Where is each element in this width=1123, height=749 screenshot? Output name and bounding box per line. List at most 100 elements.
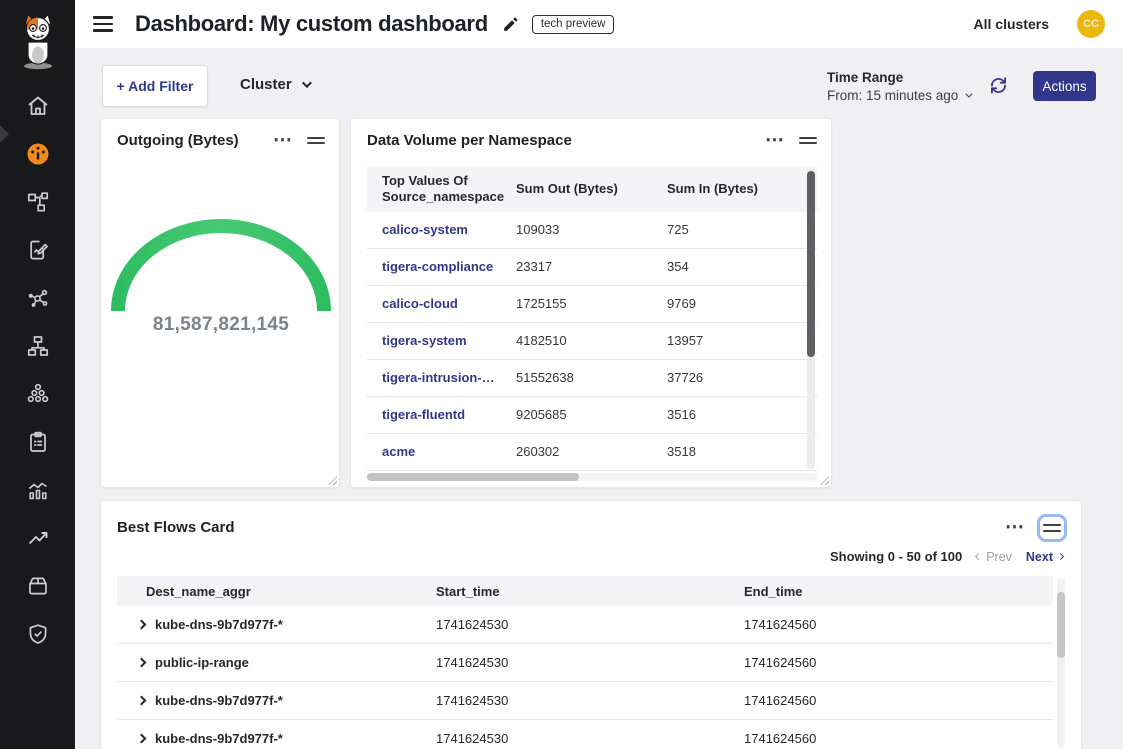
card-menu-icon[interactable]: ⋯ — [999, 523, 1031, 533]
column-header: Sum In (Bytes) — [652, 181, 817, 197]
sum-in-value: 37726 — [652, 370, 817, 385]
namespace-link[interactable]: tigera-fluentd — [367, 407, 501, 422]
table-row: kube-dns-9b7d977f-* 1741624530 174162456… — [117, 682, 1053, 720]
topbar: Dashboard: My custom dashboard tech prev… — [75, 0, 1123, 48]
sum-in-value: 3518 — [652, 444, 817, 459]
page-title: Dashboard: My custom dashboard — [135, 11, 488, 37]
row-expand-chevron-icon[interactable] — [137, 696, 147, 706]
end-time-value: 1741624560 — [744, 693, 1053, 708]
namespace-link[interactable]: acme — [367, 444, 501, 459]
time-range-block: Time Range From: 15 minutes ago — [827, 70, 970, 103]
time-range-label: Time Range — [827, 70, 970, 85]
gauge-chart — [101, 199, 341, 324]
best-flows-card: Best Flows Card ⋯ Showing 0 - 50 of 100 … — [100, 500, 1082, 749]
card-resize-handle[interactable] — [328, 476, 337, 485]
namespace-link[interactable]: calico-cloud — [367, 296, 501, 311]
edit-dashboard-icon[interactable] — [502, 16, 519, 33]
vertical-scrollbar[interactable] — [807, 169, 815, 469]
pagination-next-button[interactable]: Next — [1026, 550, 1063, 564]
card-drag-handle-focused[interactable] — [1037, 514, 1067, 542]
table-row: kube-dns-9b7d977f-* 1741624530 174162456… — [117, 720, 1053, 749]
table-row: calico-cloud 1725155 9769 — [367, 286, 817, 323]
sidebar-notch — [0, 125, 9, 143]
dashboards-icon-active[interactable] — [26, 142, 50, 166]
scrollbar-thumb[interactable] — [1057, 592, 1065, 658]
report-edit-icon[interactable] — [26, 238, 50, 262]
actions-button[interactable]: Actions — [1033, 71, 1096, 101]
end-time-value: 1741624560 — [744, 655, 1053, 670]
chevron-down-icon — [966, 91, 973, 98]
next-label: Next — [1026, 550, 1053, 564]
column-header: End_time — [744, 584, 1053, 599]
dest-name-value: kube-dns-9b7d977f-* — [155, 617, 283, 632]
column-header: Top Values Of Source_namespace — [367, 173, 501, 206]
card-menu-icon[interactable]: ⋯ — [759, 136, 791, 146]
card-menu-icon[interactable]: ⋯ — [267, 136, 299, 146]
sum-out-value: 1725155 — [501, 296, 652, 311]
hamburger-menu-icon[interactable] — [93, 16, 113, 31]
column-header: Start_time — [436, 584, 744, 599]
start-time-value: 1741624530 — [436, 617, 744, 632]
card-drag-handle-icon[interactable] — [799, 137, 817, 145]
compliance-clipboard-icon[interactable] — [26, 430, 50, 454]
table-row: tigera-system 4182510 13957 — [367, 323, 817, 360]
user-avatar[interactable]: CC — [1077, 10, 1105, 38]
calico-cat-logo[interactable] — [17, 12, 59, 70]
chevron-down-icon — [302, 78, 312, 88]
table-row: tigera-intrusion-d… 51552638 37726 — [367, 360, 817, 397]
namespace-link[interactable]: tigera-compliance — [367, 259, 501, 274]
sum-in-value: 9769 — [652, 296, 817, 311]
sum-out-value: 23317 — [501, 259, 652, 274]
card-resize-handle[interactable] — [820, 476, 829, 485]
connections-icon[interactable] — [26, 286, 50, 310]
card-drag-handle-icon[interactable] — [307, 137, 325, 145]
pagination-prev-button[interactable]: Prev — [976, 550, 1012, 564]
gauge-value: 81,587,821,145 — [101, 314, 341, 336]
table-row: tigera-fluentd 9205685 3516 — [367, 397, 817, 434]
clusters-icon[interactable] — [26, 382, 50, 406]
network-tree-icon[interactable] — [26, 334, 50, 358]
sum-out-value: 9205685 — [501, 407, 652, 422]
time-range-from-selector[interactable]: From: 15 minutes ago — [827, 88, 970, 103]
namespace-link[interactable]: tigera-system — [367, 333, 501, 348]
table-row: tigera-compliance 23317 354 — [367, 249, 817, 286]
refresh-icon[interactable] — [988, 75, 1009, 96]
prev-label: Prev — [986, 550, 1012, 564]
pagination-status: Showing 0 - 50 of 100 — [830, 549, 962, 564]
trending-icon[interactable] — [26, 526, 50, 550]
start-time-value: 1741624530 — [436, 693, 744, 708]
security-shield-icon[interactable] — [26, 622, 50, 646]
home-icon[interactable] — [26, 94, 50, 118]
add-filter-button[interactable]: + Add Filter — [102, 65, 208, 107]
sum-in-value: 725 — [652, 222, 817, 237]
cluster-scope-selector[interactable]: All clusters — [974, 16, 1049, 32]
sum-in-value: 13957 — [652, 333, 817, 348]
scrollbar-thumb[interactable] — [807, 171, 815, 357]
sum-out-value: 260302 — [501, 444, 652, 459]
row-expand-chevron-icon[interactable] — [137, 620, 147, 630]
scrollbar-thumb[interactable] — [367, 473, 579, 481]
cluster-filter-dropdown[interactable]: Cluster — [240, 76, 309, 93]
dest-name-value: kube-dns-9b7d977f-* — [155, 731, 283, 746]
data-volume-card: Data Volume per Namespace ⋯ Top Values O… — [350, 118, 832, 488]
pagination: Showing 0 - 50 of 100 Prev Next — [830, 549, 1063, 564]
column-header: Sum Out (Bytes) — [501, 181, 652, 197]
namespace-link[interactable]: calico-system — [367, 222, 501, 237]
horizontal-scrollbar[interactable] — [367, 473, 817, 481]
row-expand-chevron-icon[interactable] — [137, 734, 147, 744]
sum-out-value: 4182510 — [501, 333, 652, 348]
chevron-left-icon — [975, 553, 982, 560]
data-volume-table: Top Values Of Source_namespace Sum Out (… — [367, 167, 817, 471]
packages-icon[interactable] — [26, 574, 50, 598]
table-header-row: Top Values Of Source_namespace Sum Out (… — [367, 167, 817, 212]
service-graph-icon[interactable] — [26, 190, 50, 214]
card-drag-handle-icon[interactable] — [1043, 524, 1061, 532]
vertical-scrollbar[interactable] — [1057, 578, 1065, 748]
dest-name-value: kube-dns-9b7d977f-* — [155, 693, 283, 708]
outgoing-bytes-card: Outgoing (Bytes) ⋯ 81,587,821,145 — [100, 118, 340, 488]
row-expand-chevron-icon[interactable] — [137, 658, 147, 668]
sum-in-value: 354 — [652, 259, 817, 274]
namespace-link[interactable]: tigera-intrusion-d… — [367, 370, 501, 385]
end-time-value: 1741624560 — [744, 731, 1053, 746]
statistics-icon[interactable] — [26, 478, 50, 502]
